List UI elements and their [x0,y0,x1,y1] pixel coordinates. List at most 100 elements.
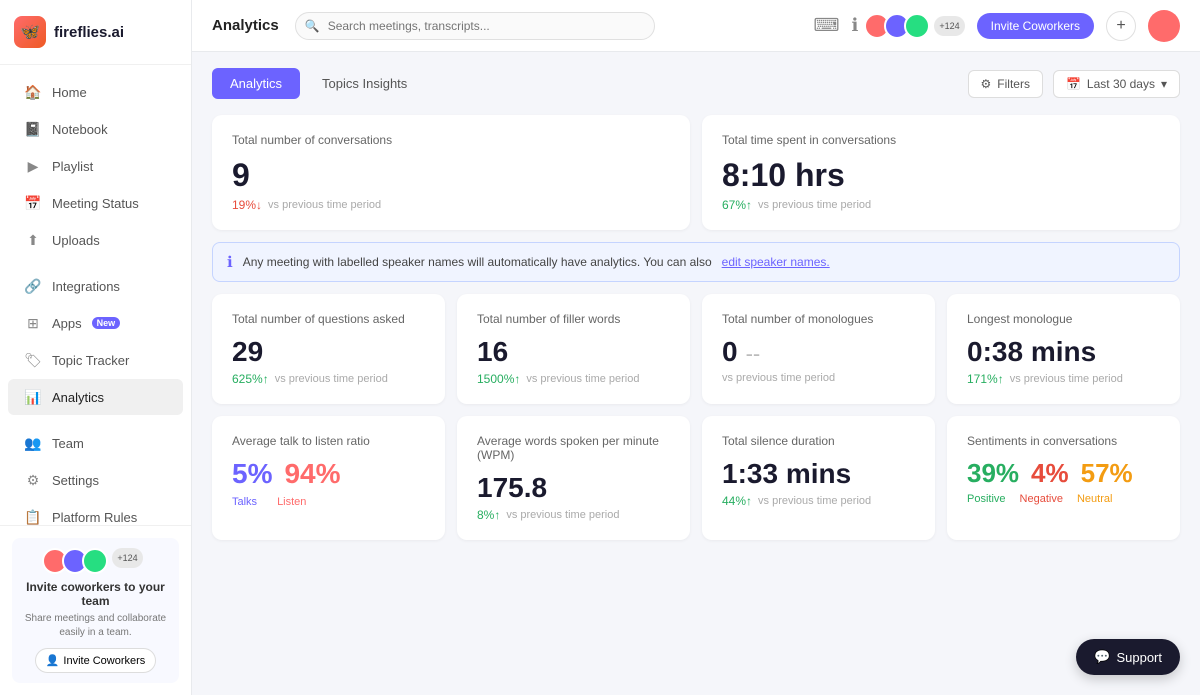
add-button[interactable]: + [1106,11,1136,41]
sentiment-vals: 39% 4% 57% [967,458,1160,489]
longest-mono-vs: vs previous time period [1010,373,1123,385]
user-avatar[interactable] [1148,10,1180,42]
invite-avatars: +124 [22,548,169,574]
longest-mono-pct: 171%↑ [967,372,1004,386]
card-time-spent-sub: 67%↑ vs previous time period [722,198,1160,212]
date-range-button[interactable]: 📅 Last 30 days ▾ [1053,70,1180,98]
invite-coworkers-button[interactable]: Invite Coworkers [977,13,1094,39]
tabs: Analytics Topics Insights [212,68,425,99]
sidebar-label-home: Home [52,85,87,100]
card-silence: Total silence duration 1:33 mins 44%↑ vs… [702,416,935,540]
listen-label: Listen [277,496,306,508]
logo: 🦋 fireflies.ai [0,0,191,65]
sidebar-invite-icon: 👤 [46,654,60,667]
questions-vs: vs previous time period [275,373,388,385]
logo-icon: 🦋 [14,16,46,48]
conversations-pct: 19%↓ [232,198,262,212]
sidebar-item-team[interactable]: 👥 Team [8,425,183,461]
monologues-vs: vs previous time period [722,372,835,384]
support-button[interactable]: 💬 Support [1076,639,1180,675]
card-longest-monologue: Longest monologue 0:38 mins 171%↑ vs pre… [947,294,1180,404]
neutral-label: Neutral [1077,493,1112,505]
sidebar-item-settings[interactable]: ⚙ Settings [8,462,183,498]
filters-button[interactable]: ⚙ Filters [968,70,1043,98]
card-conversations: Total number of conversations 9 19%↓ vs … [212,115,690,230]
monologues-dash: -- [746,341,761,367]
filters-label: Filters [997,77,1030,91]
sidebar-invite-label: Invite Coworkers [63,655,145,667]
chevron-down-icon: ▾ [1161,77,1167,91]
card-silence-title: Total silence duration [722,434,915,448]
apps-icon: ⊞ [24,314,42,332]
talk-listen-labels: Talks Listen [232,496,425,508]
uploads-icon: ⬆ [24,231,42,249]
tab-analytics[interactable]: Analytics [212,68,300,99]
tab-filters: ⚙ Filters 📅 Last 30 days ▾ [968,70,1180,98]
time-spent-pct: 67%↑ [722,198,752,212]
sidebar-invite-button[interactable]: 👤 Invite Coworkers [35,648,157,673]
sidebar-label-uploads: Uploads [52,233,100,248]
sidebar-item-apps[interactable]: ⊞ Apps New [8,305,183,341]
filters-icon: ⚙ [981,77,992,91]
topbar-avatar-count: +124 [934,16,964,36]
card-wpm-title: Average words spoken per minute (WPM) [477,434,670,462]
avatar-stack-3 [904,13,930,39]
home-icon: 🏠 [24,83,42,101]
talks-value: 5% [232,458,272,490]
card-silence-sub: 44%↑ vs previous time period [722,494,915,508]
sidebar-item-meeting-status[interactable]: 📅 Meeting Status [8,185,183,221]
content-area: Analytics Topics Insights ⚙ Filters 📅 La… [192,52,1200,695]
search-icon: 🔍 [305,19,320,33]
avatar-3 [82,548,108,574]
negative-label: Negative [1020,493,1063,505]
sidebar-item-topic-tracker[interactable]: 🏷 Topic Tracker [8,342,183,378]
support-label: Support [1116,650,1162,665]
info-text: Any meeting with labelled speaker names … [243,255,712,269]
info-icon[interactable]: ℹ [852,15,859,36]
playlist-icon: ▶ [24,157,42,175]
info-link[interactable]: edit speaker names. [722,255,830,269]
tab-topics-insights[interactable]: Topics Insights [304,68,425,99]
topbar-actions: ⌨ ℹ +124 Invite Coworkers + [814,10,1180,42]
card-monologues: Total number of monologues 0 -- vs previ… [702,294,935,404]
negative-value: 4% [1031,458,1069,489]
sidebar-item-playlist[interactable]: ▶ Playlist [8,148,183,184]
invite-box-title: Invite coworkers to your team [22,580,169,608]
sidebar-item-integrations[interactable]: 🔗 Integrations [8,268,183,304]
sidebar-item-platform-rules[interactable]: 📋 Platform Rules [8,499,183,525]
card-conversations-value: 9 [232,157,670,194]
talk-listen-vals: 5% 94% [232,458,425,490]
topbar: Analytics 🔍 ⌨ ℹ +124 Invite Coworkers + [192,0,1200,52]
sidebar-label-platform-rules: Platform Rules [52,510,137,525]
listen-value: 94% [284,458,340,490]
analytics-icon: 📊 [24,388,42,406]
sidebar-label-integrations: Integrations [52,279,120,294]
search-box: 🔍 [295,12,655,40]
card-talk-listen-title: Average talk to listen ratio [232,434,425,448]
talks-label: Talks [232,496,257,508]
card-questions: Total number of questions asked 29 625%↑… [212,294,445,404]
card-conversations-sub: 19%↓ vs previous time period [232,198,670,212]
card-conversations-title: Total number of conversations [232,133,670,147]
calendar-icon: 📅 [1066,77,1081,91]
sidebar-item-uploads[interactable]: ⬆ Uploads [8,222,183,258]
keyboard-shortcut-icon[interactable]: ⌨ [814,15,840,36]
bot-cards-row: Average talk to listen ratio 5% 94% Talk… [212,416,1180,540]
card-wpm-value: 175.8 [477,472,670,504]
silence-vs: vs previous time period [758,495,871,507]
card-longest-mono-sub: 171%↑ vs previous time period [967,372,1160,386]
card-sentiments-title: Sentiments in conversations [967,434,1160,448]
tab-bar: Analytics Topics Insights ⚙ Filters 📅 La… [212,68,1180,99]
positive-value: 39% [967,458,1019,489]
invite-box-subtitle: Share meetings and collaborate easily in… [22,612,169,640]
card-time-spent-title: Total time spent in conversations [722,133,1160,147]
sidebar-item-analytics[interactable]: 📊 Analytics [8,379,183,415]
sidebar-item-home[interactable]: 🏠 Home [8,74,183,110]
topbar-title: Analytics [212,17,279,34]
sidebar-label-meeting-status: Meeting Status [52,196,139,211]
card-wpm-sub: 8%↑ vs previous time period [477,508,670,522]
topic-tracker-icon: 🏷 [24,351,42,369]
apps-badge: New [92,317,121,329]
sidebar-item-notebook[interactable]: 📓 Notebook [8,111,183,147]
search-input[interactable] [295,12,655,40]
